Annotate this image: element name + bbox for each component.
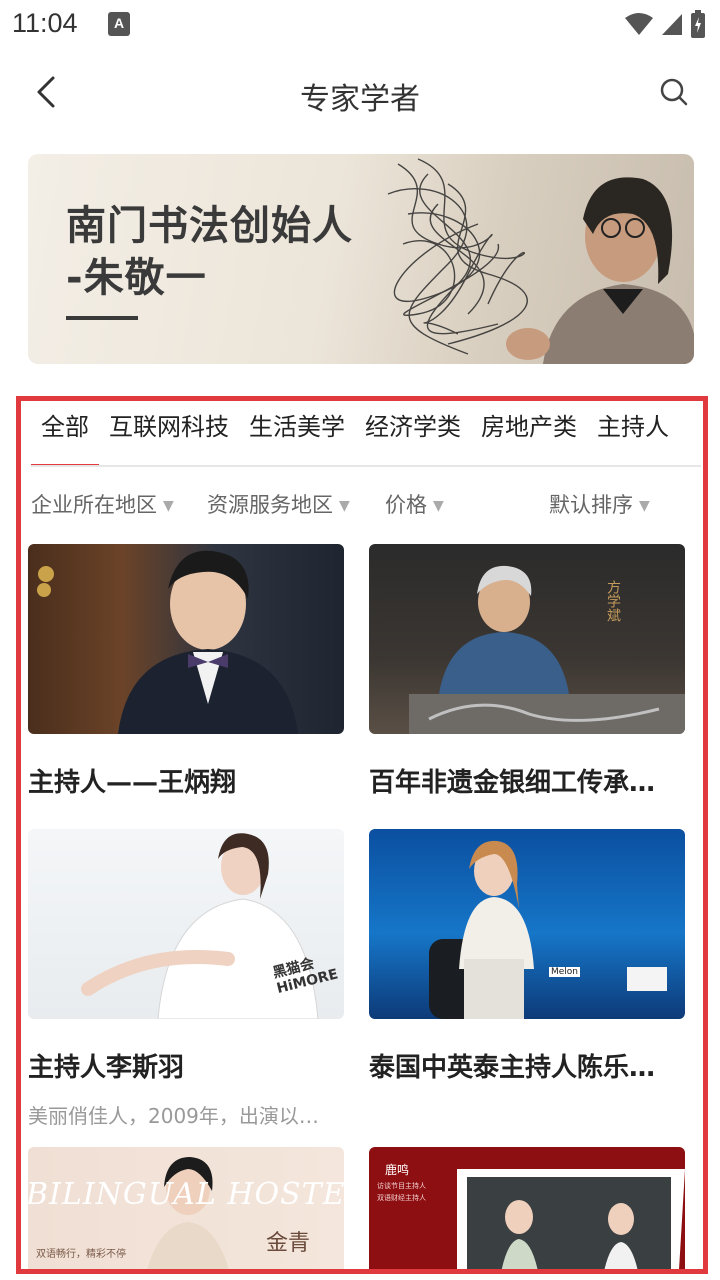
thumb-name: 鹿鸣 [385, 1163, 410, 1177]
expert-photo: Melon [369, 829, 685, 1019]
status-bar: 11:04 A [0, 0, 720, 50]
expert-list-region: 全部 互联网科技 生活美学 经济学类 房地产类 主持人 企业所在地区 ▼ 资源服务… [16, 396, 708, 1274]
tab-lifestyle-aesthetics[interactable]: 生活美学 [239, 401, 355, 465]
thumb-slogan: 双语畅行，精彩不停 [36, 1249, 126, 1260]
filter-service-region[interactable]: 资源服务地区 ▼ [207, 489, 350, 519]
search-button[interactable] [652, 70, 696, 114]
filter-price[interactable]: 价格 ▼ [385, 489, 444, 519]
tab-real-estate[interactable]: 房地产类 [471, 401, 587, 465]
status-time: 11:04 [12, 8, 78, 38]
promo-banner[interactable]: 南门书法创始人 -朱敬一 [28, 154, 694, 364]
banner-title-line1: 南门书法创始人 [66, 203, 353, 249]
filter-company-region[interactable]: 企业所在地区 ▼ [31, 489, 174, 519]
filter-sort[interactable]: 默认排序 ▼ [549, 489, 650, 519]
tab-all[interactable]: 全部 [31, 401, 99, 465]
page-title: 专家学者 [300, 82, 420, 117]
notification-icon: A [108, 12, 130, 36]
dropdown-arrow-icon: ▼ [433, 498, 444, 514]
portrait-illustration [506, 177, 694, 364]
filter-bar: 企业所在地区 ▼ 资源服务地区 ▼ 价格 ▼ 默认排序 ▼ [31, 489, 691, 529]
card-title: 主持人——王炳翔 [28, 768, 237, 798]
tab-economics[interactable]: 经济学类 [355, 401, 471, 465]
dropdown-arrow-icon: ▼ [163, 498, 174, 514]
card-title: 主持人李斯羽 [28, 1053, 185, 1083]
banner-title: 南门书法创始人 -朱敬一 [66, 200, 353, 304]
thumb-nameplate: Melon [549, 967, 581, 977]
search-icon [660, 78, 688, 106]
filter-label: 默认排序 [549, 493, 633, 517]
expert-photo: 黑猫会 HiMORE [28, 829, 344, 1019]
expert-photo: BILINGUAL HOSTESS 金青 双语畅行，精彩不停 [28, 1147, 344, 1269]
thumb-name: 金青 [266, 1231, 311, 1256]
dropdown-arrow-icon: ▼ [639, 498, 650, 514]
battery-icon [691, 10, 705, 38]
thumb-role-secondary: 双语财经主持人 [377, 1194, 426, 1202]
filter-label: 资源服务地区 [207, 493, 333, 517]
banner-underline [66, 316, 138, 320]
expert-card[interactable]: BILINGUAL HOSTESS 金青 双语畅行，精彩不停 [28, 1147, 344, 1269]
thumb-role: 访谈节目主持人 [377, 1182, 426, 1190]
tab-internet-tech[interactable]: 互联网科技 [99, 401, 239, 465]
tab-hosts[interactable]: 主持人 [587, 401, 679, 465]
expert-card[interactable]: 主持人——王炳翔 [28, 544, 344, 799]
wifi-icon [625, 13, 653, 35]
expert-photo: 鹿鸣 访谈节目主持人 双语财经主持人 [369, 1147, 685, 1269]
host-photo-art [429, 840, 667, 1019]
expert-card[interactable]: 鹿鸣 访谈节目主持人 双语财经主持人 [369, 1147, 685, 1269]
craftsman-photo-art [409, 565, 685, 734]
dropdown-arrow-icon: ▼ [339, 498, 350, 514]
category-tabs: 全部 互联网科技 生活美学 经济学类 房地产类 主持人 [31, 401, 701, 467]
card-title: 泰国中英泰主持人陈乐… [369, 1053, 656, 1083]
thumb-caption: 方学斌 [605, 580, 621, 622]
card-description: 美丽俏佳人，2009年，出演以… [28, 1104, 319, 1128]
signal-icon [662, 14, 682, 35]
filter-label: 价格 [385, 493, 427, 517]
banner-title-line2: -朱敬一 [66, 255, 207, 301]
expert-photo [28, 544, 344, 734]
expert-card[interactable]: 黑猫会 HiMORE 主持人李斯羽 美丽俏佳人，2009年，出演以… [28, 829, 344, 1129]
status-icons [624, 10, 706, 38]
card-title: 百年非遗金银细工传承… [369, 768, 656, 798]
expert-card[interactable]: Melon 泰国中英泰主持人陈乐… [369, 829, 685, 1084]
thumb-headline: BILINGUAL HOSTESS [28, 1177, 344, 1212]
expert-card[interactable]: 方学斌 百年非遗金银细工传承… [369, 544, 685, 799]
host-photo-art [457, 1169, 685, 1269]
host-photo-art [37, 550, 298, 734]
app-header: 专家学者 [0, 56, 720, 130]
expert-photo: 方学斌 [369, 544, 685, 734]
filter-label: 企业所在地区 [31, 493, 157, 517]
